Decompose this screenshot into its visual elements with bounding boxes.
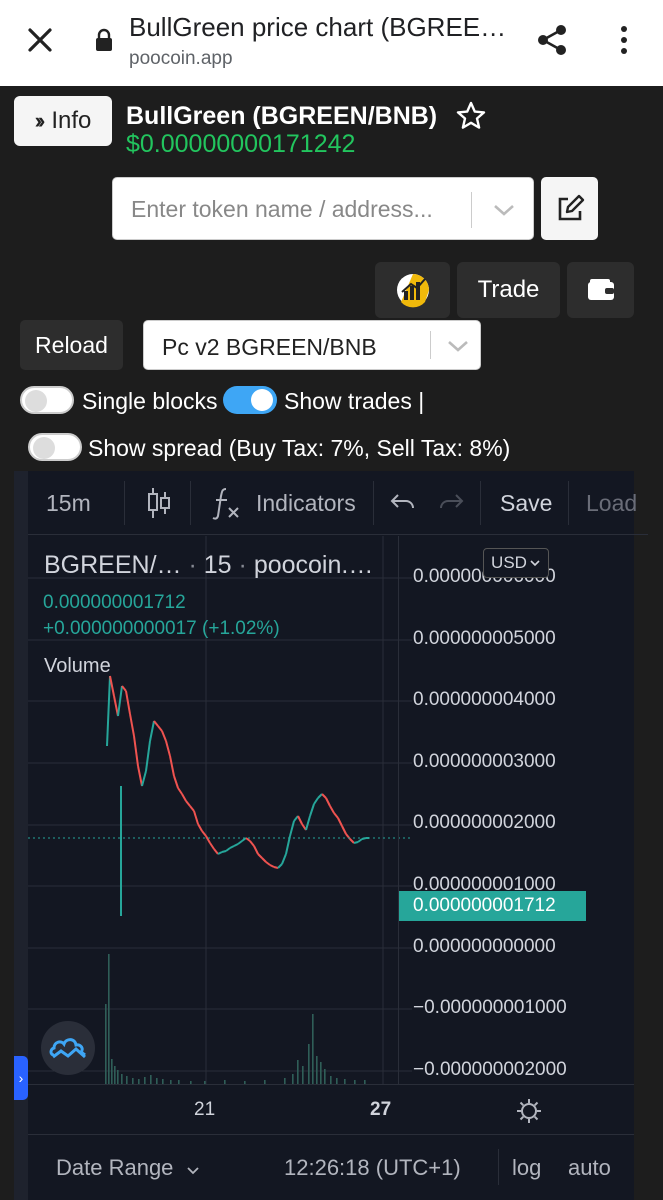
- single-blocks-label: Single blocks: [82, 388, 218, 414]
- show-spread-toggle[interactable]: [28, 433, 82, 461]
- token-title: BullGreen (BGREEN/BNB): [126, 102, 438, 130]
- chart-type-button[interactable]: [130, 471, 188, 535]
- legend-value: 0.000000001712: [43, 592, 186, 613]
- single-blocks-toggle[interactable]: [20, 386, 74, 414]
- close-icon[interactable]: [24, 24, 56, 56]
- chevron-down-icon: [186, 1167, 199, 1175]
- chart-toolbar: 15m Indicators Save Load: [28, 471, 648, 535]
- info-button-label: Info: [51, 107, 92, 134]
- price-tick: −0.000000001000: [413, 997, 567, 1019]
- log-scale-button[interactable]: log: [512, 1155, 541, 1181]
- show-trades-label: Show trades |: [284, 388, 425, 414]
- info-button[interactable]: ›› Info: [14, 96, 112, 146]
- chevron-down-icon: [530, 560, 540, 567]
- redo-button[interactable]: [438, 471, 464, 535]
- redo-icon: [440, 494, 464, 509]
- expand-toolbar-icon[interactable]: ›: [14, 1056, 28, 1100]
- time-axis[interactable]: 21 27: [28, 1084, 634, 1134]
- search-placeholder: Enter token name / address...: [131, 196, 433, 222]
- legend-change: +0.000000000017 (+1.02%): [43, 618, 280, 639]
- load-button[interactable]: Load: [586, 471, 637, 535]
- chart-bottom-bar: Date Range 12:26:18 (UTC+1) log auto: [28, 1134, 634, 1200]
- price-tick: 0.000000005000: [413, 627, 556, 649]
- currency-button[interactable]: USD: [483, 548, 549, 578]
- browser-bar: BullGreen price chart (BGREE… poocoin.ap…: [0, 0, 663, 86]
- timezone-clock[interactable]: 12:26:18 (UTC+1): [284, 1155, 461, 1181]
- volume-bars: [105, 954, 366, 1084]
- indicators-button[interactable]: Indicators: [212, 471, 356, 535]
- undo-button[interactable]: [390, 471, 416, 535]
- reload-button[interactable]: Reload: [20, 320, 123, 370]
- price-tick: 0.000000004000: [413, 689, 556, 711]
- interval-button[interactable]: 15m: [46, 471, 91, 535]
- edit-button[interactable]: [541, 177, 598, 240]
- search-separator: [471, 192, 472, 228]
- cloud-icon: [49, 1038, 86, 1059]
- chevron-down-icon[interactable]: [491, 198, 517, 222]
- tradingview-chart[interactable]: › 15m Indicators Save Load BGREEN/… · 15…: [14, 471, 648, 1200]
- auto-scale-button[interactable]: auto: [568, 1155, 611, 1181]
- token-price: $0.00000000171242: [126, 130, 356, 158]
- lock-icon: [96, 28, 112, 51]
- token-search-input[interactable]: Enter token name / address...: [112, 177, 534, 240]
- chart-logo-icon: [396, 274, 429, 308]
- price-tick: 0.000000002000: [413, 812, 556, 834]
- price-tick: −0.000000002000: [413, 1058, 567, 1080]
- chart-legend-title: BGREEN/… · 15 · poocoin.…: [44, 551, 374, 579]
- settings-sun-icon[interactable]: [516, 1098, 542, 1124]
- browser-page-title: BullGreen price chart (BGREE…: [129, 12, 507, 42]
- show-spread-label: Show spread (Buy Tax: 7%, Sell Tax: 8%): [88, 435, 511, 461]
- fx-icon: [212, 488, 239, 520]
- double-chevron-right-icon: ››: [34, 108, 45, 133]
- time-tick: 21: [194, 1099, 216, 1120]
- browser-url[interactable]: poocoin.app: [129, 48, 233, 70]
- price-axis[interactable]: 0.0000000060000.0000000050000.0000000040…: [398, 536, 634, 1084]
- price-series: [106, 675, 369, 916]
- show-trades-toggle[interactable]: [223, 386, 277, 414]
- price-tick: 0.000000003000: [413, 750, 556, 772]
- more-vert-icon[interactable]: [612, 22, 636, 58]
- edit-icon: [558, 194, 585, 221]
- pair-select-value: Pc v2 BGREEN/BNB: [162, 334, 377, 360]
- tradingview-logo[interactable]: [41, 1021, 95, 1075]
- time-tick: 27: [370, 1099, 392, 1120]
- chart-app-button[interactable]: [375, 262, 450, 318]
- pair-select[interactable]: Pc v2 BGREEN/BNB: [143, 320, 481, 370]
- wallet-button[interactable]: [567, 262, 634, 318]
- volume-legend: Volume: [44, 655, 111, 677]
- chevron-down-icon[interactable]: [446, 335, 470, 357]
- undo-icon: [390, 494, 414, 509]
- pair-select-separator: [430, 331, 431, 359]
- indicators-label: Indicators: [256, 489, 356, 516]
- candles-icon: [148, 488, 170, 518]
- trade-button[interactable]: Trade: [457, 262, 560, 318]
- share-icon[interactable]: [534, 22, 570, 58]
- save-button[interactable]: Save: [500, 471, 552, 535]
- star-icon[interactable]: [456, 101, 486, 131]
- date-range-button[interactable]: Date Range: [56, 1155, 200, 1181]
- price-tick: 0.000000000000: [413, 935, 556, 957]
- wallet-icon: [587, 279, 614, 300]
- current-price-label: 0.000000001712: [399, 891, 586, 921]
